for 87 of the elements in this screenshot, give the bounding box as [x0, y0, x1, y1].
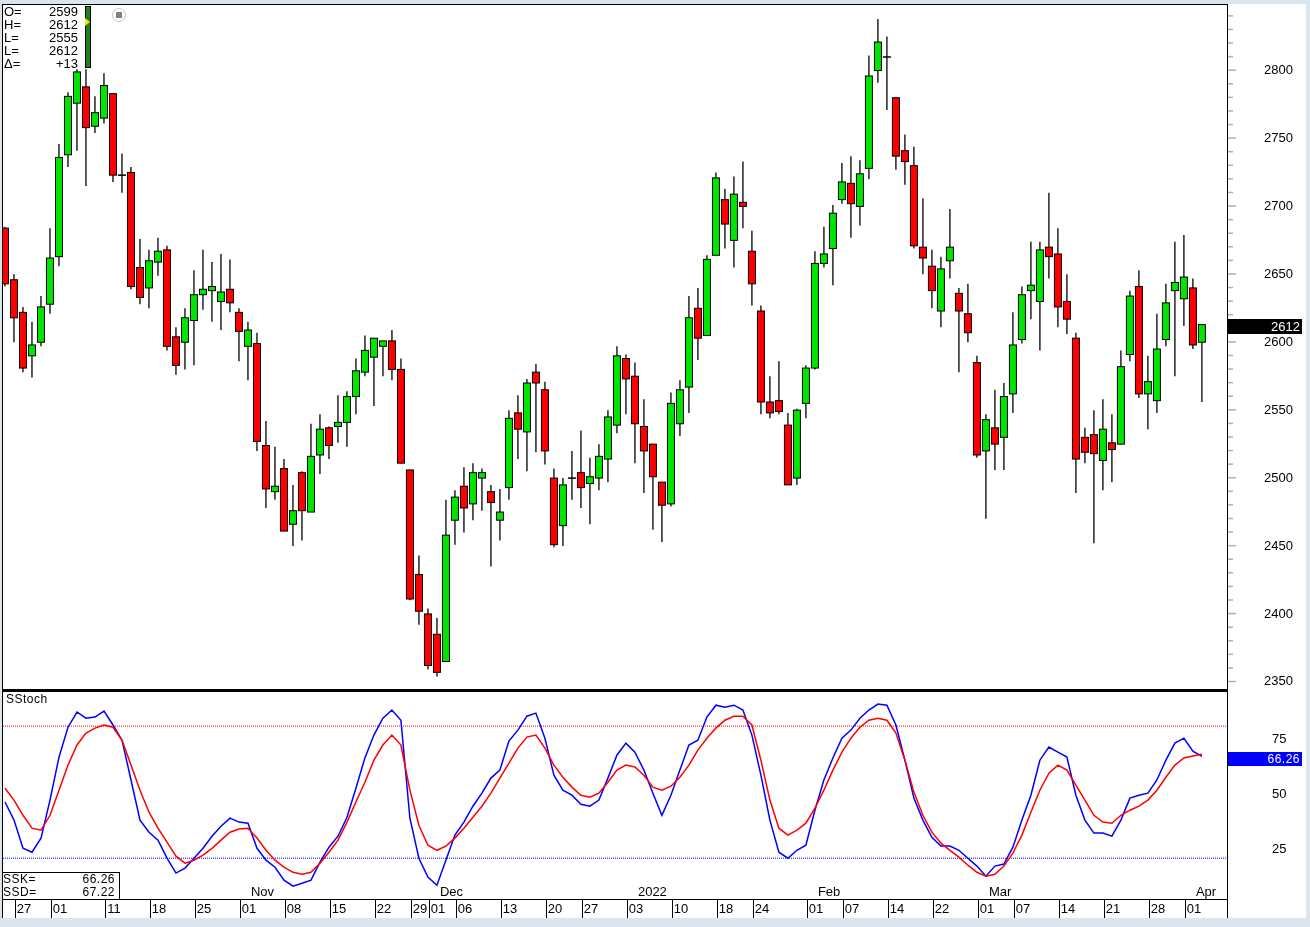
readout-value: 2612 — [48, 44, 78, 57]
axis-label: 2350 — [1264, 674, 1293, 689]
readout-label: H= — [4, 18, 22, 31]
axis-label: 2750 — [1264, 131, 1293, 146]
date-label: 10 — [673, 901, 689, 916]
readout-value: 2599 — [48, 5, 78, 18]
date-label: 01 — [52, 901, 68, 916]
date-label: 27 — [16, 901, 32, 916]
axis-label: 50 — [1272, 787, 1287, 802]
readout-label: L= — [4, 31, 20, 44]
axis-label: 2550 — [1264, 402, 1293, 417]
candlestick — [1107, 413, 1116, 483]
date-label: 01 — [1186, 901, 1202, 916]
axis-label: 2600 — [1264, 334, 1293, 349]
date-label: 18 — [151, 901, 167, 916]
readout-value: 2555 — [48, 31, 78, 44]
date-label: 08 — [286, 901, 302, 916]
readout-label: Δ= — [4, 57, 22, 70]
readout-label: SSD= — [3, 886, 38, 899]
date-label: 22 — [934, 901, 950, 916]
date-label: 07 — [1015, 901, 1031, 916]
candlestick — [585, 457, 594, 525]
date-label: 03 — [628, 901, 644, 916]
candlestick — [513, 394, 522, 460]
date-label: 14 — [1060, 901, 1076, 916]
date-label: 01 — [979, 901, 995, 916]
readout-value: +13 — [54, 57, 78, 70]
candlestick — [297, 470, 306, 542]
month-label: Feb — [817, 885, 841, 899]
axis-label: 2500 — [1264, 470, 1293, 485]
month-label: Dec — [439, 885, 464, 899]
candlestick — [207, 261, 216, 323]
month-label: Nov — [250, 885, 275, 899]
axis-label: 25 — [1272, 842, 1287, 857]
candlestick — [351, 357, 360, 415]
candlestick — [288, 484, 297, 547]
candlestick — [225, 258, 234, 313]
panel-title: SStoch — [6, 692, 48, 706]
candlestick — [234, 307, 243, 362]
candlestick — [459, 466, 468, 534]
date-label: 24 — [754, 901, 770, 916]
candlestick — [945, 208, 954, 280]
date-label: 29 — [412, 901, 428, 916]
candlestick — [423, 607, 432, 671]
candlestick — [342, 390, 351, 448]
candlestick — [558, 477, 567, 547]
month-label: Mar — [988, 885, 1012, 899]
date-label: 01 — [241, 901, 257, 916]
axis-label: 2800 — [1264, 63, 1293, 78]
axis-label: 2400 — [1264, 606, 1293, 621]
axis-label: 75 — [1272, 732, 1287, 747]
candlestick — [468, 462, 477, 521]
date-label: 01 — [430, 901, 446, 916]
month-label: Apr — [1195, 885, 1217, 899]
date-label: 13 — [502, 901, 518, 916]
readout-label: SSK= — [3, 873, 38, 886]
last-price-label: 2612 — [1228, 318, 1302, 334]
date-label: 06 — [457, 901, 473, 916]
candlestick — [936, 256, 945, 328]
readout-label: O= — [4, 5, 23, 18]
date-label: 20 — [547, 901, 563, 916]
readout-value: 2612 — [48, 18, 78, 31]
candlestick — [738, 160, 747, 229]
date-label: 22 — [376, 901, 392, 916]
date-label: 21 — [1105, 901, 1121, 916]
readout-value: 66.26 — [81, 873, 115, 886]
date-label: 18 — [718, 901, 734, 916]
readout-label: L= — [4, 44, 20, 57]
date-label: 27 — [583, 901, 599, 916]
candlestick — [27, 321, 36, 379]
axis-label: 2650 — [1264, 266, 1293, 281]
candlestick — [927, 249, 936, 309]
date-label: 28 — [1150, 901, 1166, 916]
month-label: 2022 — [637, 885, 667, 899]
candlestick — [774, 360, 783, 415]
indicator-value-label: 66.26 — [1228, 752, 1302, 767]
candlestick — [18, 306, 27, 373]
date-label: 07 — [844, 901, 860, 916]
date-label: 01 — [808, 901, 824, 916]
candlestick — [333, 394, 342, 444]
date-label: 11 — [107, 901, 121, 916]
date-label: 25 — [196, 901, 212, 916]
readout-value: 67.22 — [81, 886, 115, 899]
axis-label: 2450 — [1264, 538, 1293, 553]
date-label: 15 — [331, 901, 347, 916]
axis-label: 2700 — [1264, 199, 1293, 214]
date-label: 14 — [889, 901, 905, 916]
